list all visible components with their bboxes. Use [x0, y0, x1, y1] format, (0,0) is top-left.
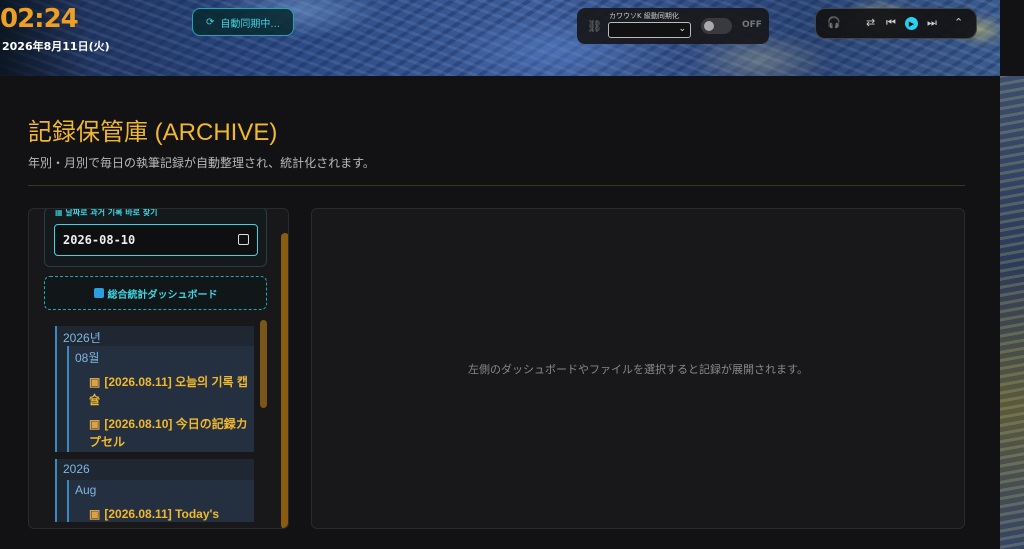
- page-subtitle: 年別・月別で毎日の執筆記録が自動整理され、統計化されます。: [28, 156, 375, 170]
- package-icon: ▣: [89, 375, 101, 389]
- date-search-label: ▦ 날짜로 과거 기록 바로 찾기: [55, 208, 158, 217]
- tree-year-label: 2026년: [63, 331, 101, 345]
- date-input-value: 2026-08-10: [63, 233, 136, 247]
- divider: [28, 185, 965, 186]
- play-button[interactable]: ▶: [905, 17, 918, 30]
- unlink-icon: ⛓: [587, 19, 603, 33]
- toggle-state-label: OFF: [742, 20, 762, 30]
- calendar-picker-icon[interactable]: [238, 234, 249, 245]
- chevron-down-icon: ⌄: [678, 24, 686, 34]
- package-icon: ▣: [89, 507, 101, 521]
- statistics-dashboard-button[interactable]: 総合統計ダッシュボード: [44, 276, 267, 310]
- clock-display: 02:24: [0, 4, 79, 34]
- dashboard-button-label: 総合統計ダッシュボード: [107, 289, 218, 301]
- kakao-sync-toggle[interactable]: [701, 18, 732, 34]
- kakao-room-select[interactable]: ⌄: [608, 22, 691, 38]
- toggle-knob: [704, 21, 714, 31]
- archive-entry[interactable]: ▣ [2026.08.11] 오늘의 기록 캡슐: [89, 373, 249, 409]
- sidebar-scrollbar[interactable]: [281, 233, 288, 528]
- sync-label: 自動同期中...: [220, 18, 280, 30]
- previous-track-icon[interactable]: ⏮: [886, 16, 896, 30]
- date-search-box: ▦ 날짜로 과거 기록 바로 찾기 2026-08-10: [44, 208, 267, 267]
- page-title: 記録保管庫 (ARCHIVE): [28, 119, 278, 146]
- repeat-icon[interactable]: ⇄: [866, 16, 875, 29]
- date-display: 2026年8月11日(火): [2, 40, 110, 53]
- archive-entry[interactable]: ▣ [2026.08.11] Today's: [89, 505, 249, 522]
- background-painting-edge: [993, 76, 1024, 549]
- archive-sidebar: ▦ 날짜로 과거 기록 바로 찾기 2026-08-10 総合統計ダッシュボード…: [28, 208, 289, 529]
- music-player: 🎧 ⇄ ⏮ ▶ ⏭ ⌃: [815, 8, 977, 39]
- tree-month-label: 08월: [75, 351, 100, 365]
- tree-month-label: Aug: [75, 483, 97, 497]
- tree-year-label: 2026: [63, 462, 90, 476]
- chart-icon: [93, 288, 104, 298]
- record-viewer: 左側のダッシュボードやファイルを選択すると記録が展開されます。: [311, 208, 965, 529]
- date-input[interactable]: 2026-08-10: [54, 224, 258, 256]
- headphones-icon: 🎧: [827, 16, 841, 29]
- archive-entry[interactable]: ▣ [2026.08.10] 今日の記録カプセル: [89, 415, 249, 451]
- tree-scrollbar[interactable]: [260, 320, 267, 408]
- package-icon: ▣: [89, 417, 101, 431]
- calendar-icon: ▦: [55, 208, 63, 217]
- kakao-sync-label: カワウソK 級動同期化: [609, 12, 679, 20]
- sync-icon: ⟳: [206, 16, 215, 28]
- empty-state-message: 左側のダッシュボードやファイルを選択すると記録が展開されます。: [468, 364, 808, 376]
- collapse-player-icon[interactable]: ⌃: [954, 16, 963, 29]
- archive-tree: 2026년 08월 ▣ [2026.08.11] 오늘의 기록 캡슐 ▣ [2026…: [55, 326, 254, 522]
- auto-sync-button[interactable]: ⟳ 自動同期中...: [192, 8, 294, 36]
- kakao-sync-panel: ⛓ カワウソK 級動同期化 ⌄ OFF: [577, 8, 769, 44]
- next-track-icon[interactable]: ⏭: [927, 16, 937, 30]
